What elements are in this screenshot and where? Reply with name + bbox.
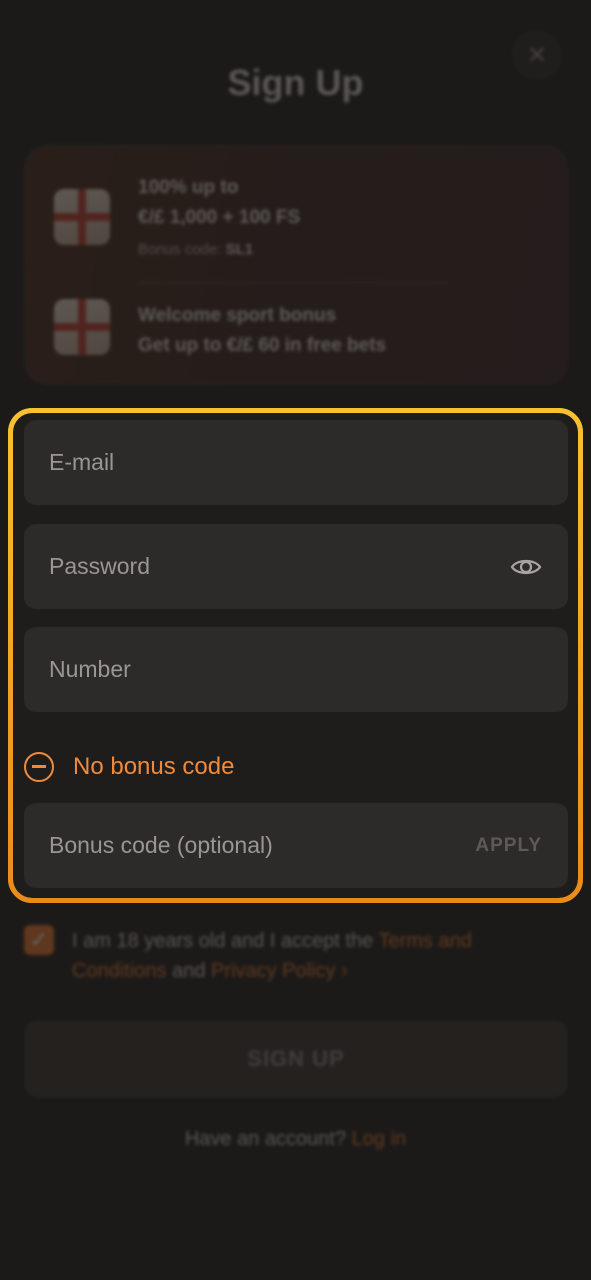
- login-prompt-text: Have an account?: [184, 1128, 352, 1150]
- eye-icon[interactable]: [510, 551, 542, 583]
- privacy-link[interactable]: Privacy Policy: [211, 960, 335, 982]
- password-field[interactable]: Password: [24, 524, 568, 609]
- login-link[interactable]: Log in: [352, 1128, 407, 1150]
- bonus-code-label: Bonus code:: [138, 241, 222, 258]
- page-title: Sign Up: [227, 62, 364, 103]
- minus-circle-icon: [24, 752, 54, 782]
- chevron-right-icon: ›: [335, 960, 348, 982]
- bonus-sport-line1: Welcome sport bonus: [138, 305, 337, 326]
- check-icon: ✓: [29, 927, 49, 952]
- bonus-card: 100% up to €/£ 1,000 + 100 FS Bonus code…: [24, 145, 568, 385]
- gift-icon: [54, 299, 110, 355]
- bonus-code-field[interactable]: Bonus code (optional) APPLY: [24, 803, 568, 888]
- number-placeholder: Number: [49, 656, 131, 682]
- bonus-sport-line2: Get up to €/£ 60 in free bets: [138, 335, 387, 356]
- apply-button[interactable]: APPLY: [475, 803, 542, 888]
- bonus-code-value: SL1: [225, 241, 254, 258]
- signup-screen: ✕ Sign Up 100% up to €/£ 1,000 + 100 FS …: [0, 0, 591, 1280]
- bonus-casino-line2: €/£ 1,000 + 100 FS: [138, 207, 301, 228]
- age-checkbox[interactable]: ✓: [24, 925, 54, 955]
- terms-and: and: [166, 960, 211, 982]
- bonus-code-placeholder: Bonus code (optional): [49, 832, 273, 858]
- gift-icon: [54, 189, 110, 245]
- bonus-casino-line1: 100% up to: [138, 177, 239, 198]
- number-field[interactable]: Number: [24, 627, 568, 712]
- signup-button[interactable]: SIGN UP: [24, 1020, 568, 1098]
- password-placeholder: Password: [49, 553, 150, 579]
- terms-text: I am 18 years old and I accept the Terms…: [72, 926, 542, 986]
- email-placeholder: E-mail: [49, 449, 115, 475]
- no-bonus-label: No bonus code: [73, 753, 235, 780]
- email-field[interactable]: E-mail: [24, 420, 568, 505]
- terms-prefix: I am 18 years old and I accept the: [72, 930, 379, 952]
- login-prompt: Have an account? Log in: [0, 1128, 591, 1151]
- bonus-code-info: Bonus code: SL1: [138, 241, 253, 258]
- no-bonus-toggle[interactable]: No bonus code: [24, 750, 234, 784]
- bonus-divider: [138, 282, 448, 283]
